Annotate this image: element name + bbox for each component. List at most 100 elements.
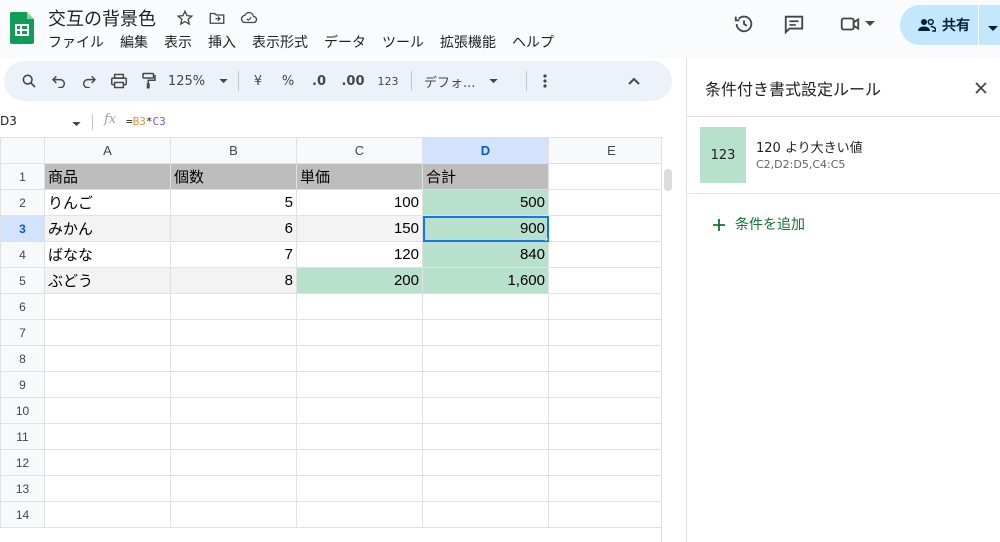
empty-cell[interactable] <box>548 345 675 372</box>
star-icon[interactable] <box>174 7 196 29</box>
empty-cell[interactable] <box>44 475 171 502</box>
increase-decimal-button[interactable]: .00 <box>339 67 367 95</box>
more-options-icon[interactable] <box>535 67 555 95</box>
empty-cell[interactable] <box>44 371 171 398</box>
cell-c3[interactable]: 150 <box>296 215 423 242</box>
row-header[interactable]: 12 <box>0 449 45 476</box>
column-header-d[interactable]: D <box>422 137 549 164</box>
empty-cell[interactable] <box>296 501 423 528</box>
undo-icon[interactable] <box>48 67 70 95</box>
empty-cell[interactable] <box>296 293 423 320</box>
cell-c1[interactable]: 単価 <box>296 163 423 190</box>
menu-file[interactable]: ファイル <box>48 32 112 52</box>
empty-cell[interactable] <box>548 449 675 476</box>
menu-format[interactable]: 表示形式 <box>244 32 316 52</box>
comments-icon[interactable] <box>780 10 808 38</box>
share-chevron-down-icon[interactable] <box>988 20 998 36</box>
empty-cell[interactable] <box>296 449 423 476</box>
percent-format-button[interactable]: % <box>277 67 299 95</box>
empty-cell[interactable] <box>170 423 297 450</box>
row-header[interactable]: 3 <box>0 215 45 242</box>
collapse-menus-icon[interactable] <box>623 67 645 95</box>
meet-chevron-down-icon[interactable] <box>862 10 878 38</box>
empty-cell[interactable] <box>170 501 297 528</box>
row-header[interactable]: 1 <box>0 163 45 190</box>
print-icon[interactable] <box>108 67 130 95</box>
row-header[interactable]: 11 <box>0 423 45 450</box>
cell-a1[interactable]: 商品 <box>44 163 171 190</box>
cell-a3[interactable]: みかん <box>44 215 171 242</box>
empty-cell[interactable] <box>422 449 549 476</box>
font-select[interactable]: デフォ... <box>420 67 516 95</box>
empty-cell[interactable] <box>44 449 171 476</box>
version-history-icon[interactable] <box>730 10 758 38</box>
fill-handle[interactable] <box>545 238 548 241</box>
number-format-button[interactable]: 123 <box>375 67 401 95</box>
cloud-status-icon[interactable] <box>238 7 260 29</box>
move-folder-icon[interactable] <box>206 7 228 29</box>
empty-cell[interactable] <box>170 449 297 476</box>
search-menus-icon[interactable] <box>18 67 40 95</box>
cell-d4[interactable]: 840 <box>422 241 549 268</box>
cell-e4[interactable] <box>548 241 675 268</box>
empty-cell[interactable] <box>170 345 297 372</box>
empty-cell[interactable] <box>296 475 423 502</box>
empty-cell[interactable] <box>170 371 297 398</box>
empty-cell[interactable] <box>422 371 549 398</box>
empty-cell[interactable] <box>296 423 423 450</box>
empty-cell[interactable] <box>44 501 171 528</box>
cell-d5[interactable]: 1,600 <box>422 267 549 294</box>
empty-cell[interactable] <box>548 423 675 450</box>
cell-e5[interactable] <box>548 267 675 294</box>
menu-extensions[interactable]: 拡張機能 <box>432 32 504 52</box>
empty-cell[interactable] <box>548 475 675 502</box>
share-button[interactable]: 共有 <box>900 5 1000 45</box>
cell-d3[interactable]: 900 <box>422 215 549 242</box>
row-header[interactable]: 6 <box>0 293 45 320</box>
menu-view[interactable]: 表示 <box>156 32 200 52</box>
menu-data[interactable]: データ <box>316 32 374 52</box>
cell-e3[interactable] <box>548 215 675 242</box>
menu-tools[interactable]: ツール <box>374 32 432 52</box>
cell-b3[interactable]: 6 <box>170 215 297 242</box>
cell-c5[interactable]: 200 <box>296 267 423 294</box>
vertical-scrollbar[interactable] <box>661 137 686 542</box>
empty-cell[interactable] <box>296 397 423 424</box>
formula-input[interactable]: =B3*C3 <box>126 115 166 128</box>
menu-edit[interactable]: 編集 <box>112 32 156 52</box>
empty-cell[interactable] <box>422 501 549 528</box>
empty-cell[interactable] <box>548 293 675 320</box>
select-all-corner[interactable] <box>0 137 45 164</box>
empty-cell[interactable] <box>170 475 297 502</box>
empty-cell[interactable] <box>170 397 297 424</box>
empty-cell[interactable] <box>170 293 297 320</box>
cell-c2[interactable]: 100 <box>296 189 423 216</box>
empty-cell[interactable] <box>296 319 423 346</box>
row-header[interactable]: 5 <box>0 267 45 294</box>
paint-format-icon[interactable] <box>138 67 160 95</box>
empty-cell[interactable] <box>422 423 549 450</box>
cell-a5[interactable]: ぶどう <box>44 267 171 294</box>
cell-a2[interactable]: りんご <box>44 189 171 216</box>
empty-cell[interactable] <box>170 319 297 346</box>
cell-b2[interactable]: 5 <box>170 189 297 216</box>
empty-cell[interactable] <box>422 293 549 320</box>
row-header[interactable]: 8 <box>0 345 45 372</box>
cell-a4[interactable]: ばなな <box>44 241 171 268</box>
cell-e2[interactable] <box>548 189 675 216</box>
empty-cell[interactable] <box>296 371 423 398</box>
sheets-logo-icon[interactable] <box>10 12 34 44</box>
decrease-decimal-button[interactable]: .0 <box>307 67 331 95</box>
empty-cell[interactable] <box>44 423 171 450</box>
empty-cell[interactable] <box>422 397 549 424</box>
row-header[interactable]: 4 <box>0 241 45 268</box>
cell-b1[interactable]: 個数 <box>170 163 297 190</box>
empty-cell[interactable] <box>44 293 171 320</box>
empty-cell[interactable] <box>44 319 171 346</box>
cell-d2[interactable]: 500 <box>422 189 549 216</box>
sheet-grid[interactable]: A B C D E 1 商品 個数 単価 合計 2 りんご 5 100 500 … <box>0 137 686 542</box>
cell-d1[interactable]: 合計 <box>422 163 549 190</box>
currency-format-button[interactable]: ¥ <box>247 67 269 95</box>
row-header[interactable]: 10 <box>0 397 45 424</box>
menu-insert[interactable]: 挿入 <box>200 32 244 52</box>
